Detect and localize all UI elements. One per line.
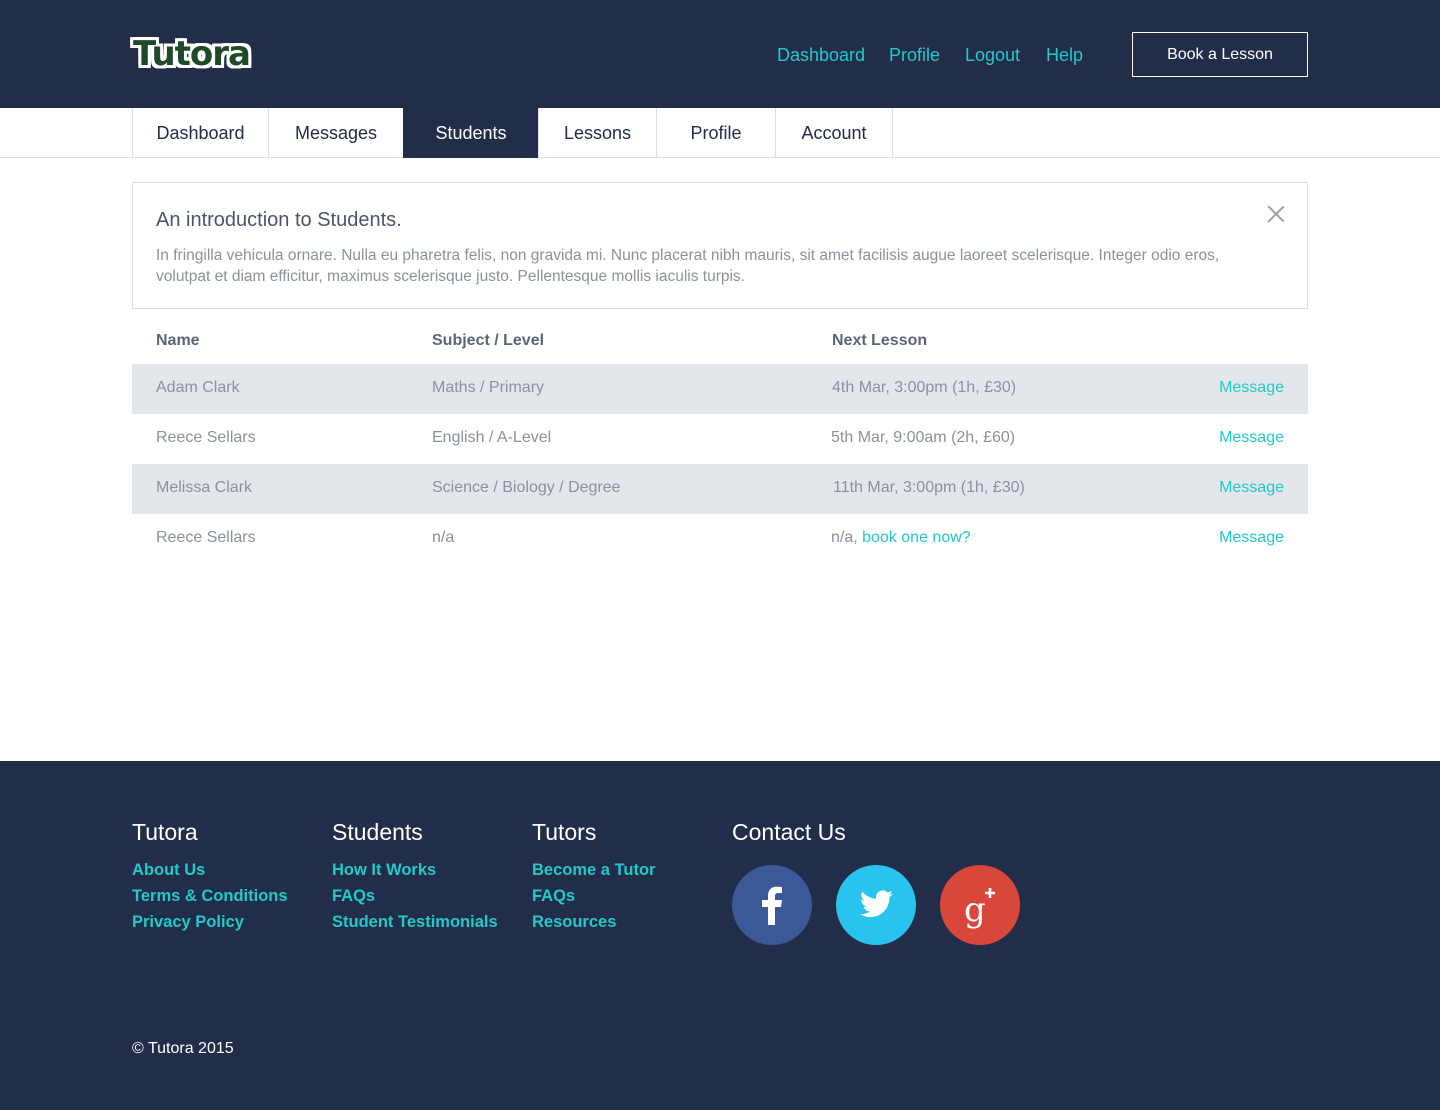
student-subject: n/a — [432, 529, 455, 546]
next-lesson-na: n/a, — [831, 529, 858, 546]
book-one-now-link[interactable]: book one now? — [862, 529, 971, 546]
message-link[interactable]: Message — [1219, 529, 1284, 547]
footer-heading: Contact Us — [732, 819, 846, 845]
footer-heading: Students — [332, 819, 423, 845]
student-name: Reece Sellars — [156, 529, 256, 546]
site-footer: Tutora About Us Terms & Conditions Priva… — [0, 761, 1440, 1110]
tab-divider — [892, 108, 893, 158]
students-table-header: Name Subject / Level Next Lesson — [132, 322, 1308, 364]
table-row: Adam Clark Maths / Primary 4th Mar, 3:00… — [132, 364, 1308, 414]
topnav-logout[interactable]: Logout — [965, 44, 1020, 66]
copyright: © Tutora 2015 — [132, 1040, 234, 1057]
column-header-next-lesson: Next Lesson — [832, 332, 928, 349]
footer-column-students: Students How It Works FAQs Student Testi… — [332, 817, 498, 935]
topnav-profile[interactable]: Profile — [889, 44, 940, 66]
footer-link-faqs[interactable]: FAQs — [532, 883, 655, 909]
intro-title: An introduction to Students. — [156, 209, 402, 231]
book-lesson-button[interactable]: Book a Lesson — [1132, 32, 1308, 77]
google-plus-icon[interactable]: g — [940, 865, 1020, 945]
footer-link-terms[interactable]: Terms & Conditions — [132, 883, 288, 909]
student-next-lesson: n/a, book one now? — [831, 529, 971, 547]
student-name: Adam Clark — [156, 379, 240, 396]
tab-messages[interactable]: Messages — [268, 108, 403, 158]
topnav-dashboard[interactable]: Dashboard — [777, 44, 865, 66]
message-link[interactable]: Message — [1219, 429, 1284, 447]
footer-link-faqs[interactable]: FAQs — [332, 883, 498, 909]
footer-column-tutors: Tutors Become a Tutor FAQs Resources — [532, 817, 655, 935]
footer-heading: Tutora — [132, 819, 198, 845]
tab-students[interactable]: Students — [403, 108, 538, 158]
intro-panel: An introduction to Students. In fringill… — [132, 182, 1308, 309]
footer-link-about-us[interactable]: About Us — [132, 857, 288, 883]
footer-column-tutora: Tutora About Us Terms & Conditions Priva… — [132, 817, 288, 935]
column-header-subject: Subject / Level — [432, 332, 545, 349]
student-name: Melissa Clark — [156, 479, 253, 496]
footer-link-privacy[interactable]: Privacy Policy — [132, 909, 288, 935]
footer-link-become-tutor[interactable]: Become a Tutor — [532, 857, 655, 883]
tab-dashboard[interactable]: Dashboard — [132, 108, 268, 158]
footer-column-contact: Contact Us — [732, 817, 846, 857]
tab-bar: Dashboard Messages Students Lessons Prof… — [0, 108, 1440, 158]
tutora-logo[interactable]: Tutora — [133, 34, 251, 74]
tab-profile[interactable]: Profile — [656, 108, 775, 158]
student-subject: Science / Biology / Degree — [432, 479, 621, 496]
student-subject: Maths / Primary — [432, 379, 545, 396]
table-row: Reece Sellars n/a n/a, book one now? Mes… — [132, 514, 1308, 564]
footer-link-testimonials[interactable]: Student Testimonials — [332, 909, 498, 935]
student-subject: English / A-Level — [432, 429, 552, 446]
table-row: Reece Sellars English / A-Level 5th Mar,… — [132, 414, 1308, 464]
message-link[interactable]: Message — [1219, 479, 1284, 497]
footer-link-resources[interactable]: Resources — [532, 909, 655, 935]
svg-text:g: g — [964, 890, 986, 930]
close-icon[interactable] — [1267, 205, 1285, 223]
twitter-icon[interactable] — [836, 865, 916, 945]
student-name: Reece Sellars — [156, 429, 256, 446]
column-header-name: Name — [156, 332, 200, 349]
student-next-lesson: 5th Mar, 9:00am (2h, £60) — [831, 429, 1016, 446]
footer-heading: Tutors — [532, 819, 597, 845]
intro-body: In fringilla vehicula ornare. Nulla eu p… — [156, 247, 1220, 285]
student-next-lesson: 11th Mar, 3:00pm (1h, £30) — [833, 479, 1025, 496]
topnav-help[interactable]: Help — [1046, 44, 1083, 66]
student-next-lesson: 4th Mar, 3:00pm (1h, £30) — [832, 379, 1017, 396]
site-header: Tutora Dashboard Profile Logout Help Boo… — [0, 0, 1440, 108]
message-link[interactable]: Message — [1219, 379, 1284, 397]
tab-lessons[interactable]: Lessons — [538, 108, 656, 158]
tab-account[interactable]: Account — [775, 108, 892, 158]
footer-link-how-it-works[interactable]: How It Works — [332, 857, 498, 883]
table-row: Melissa Clark Science / Biology / Degree… — [132, 464, 1308, 514]
facebook-icon[interactable] — [732, 865, 812, 945]
